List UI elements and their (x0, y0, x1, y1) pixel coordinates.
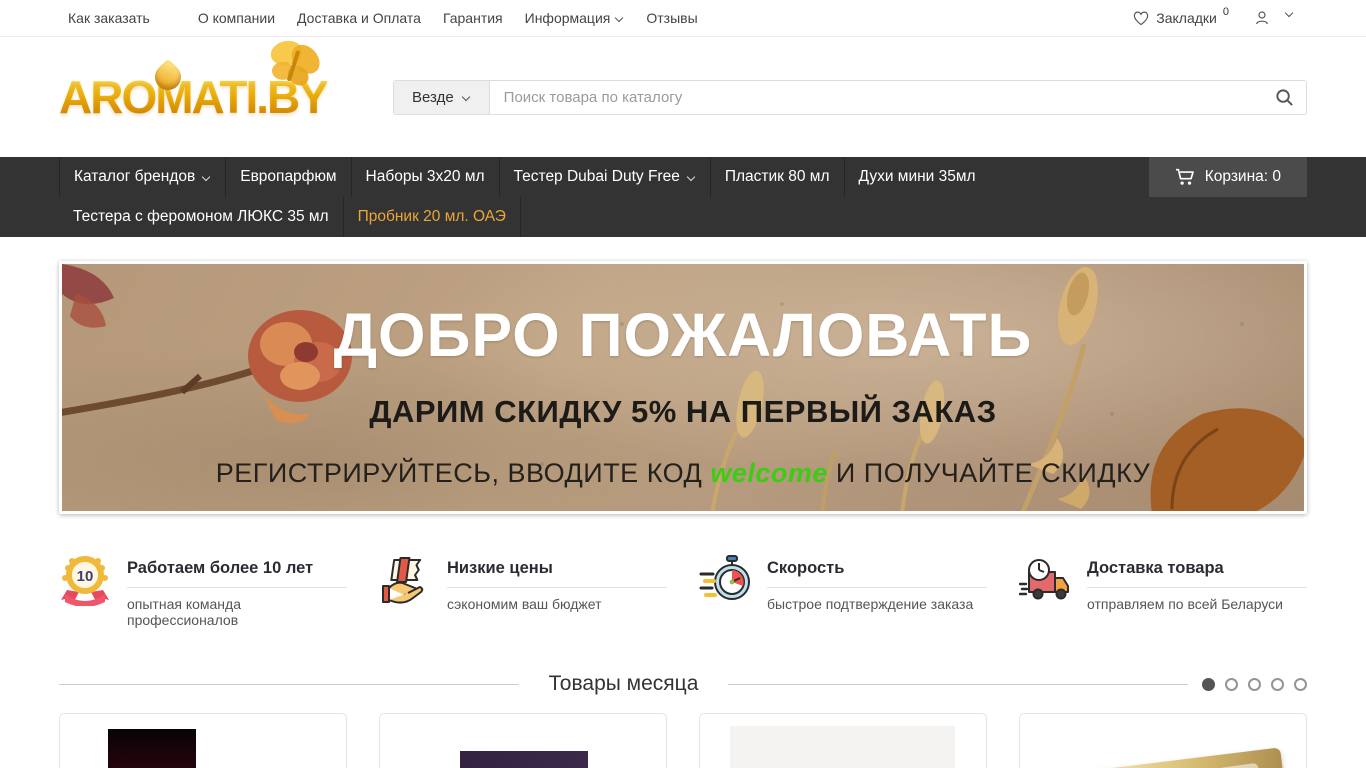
nav-item-plastic-80[interactable]: Пластик 80 мл (711, 157, 845, 197)
product-card[interactable] (59, 713, 347, 768)
butterfly-icon (270, 40, 320, 86)
search-button[interactable] (1262, 80, 1306, 114)
search-icon (1275, 88, 1293, 106)
product-cards-row: CARNER (59, 713, 1307, 768)
cart-button[interactable]: Корзина: 0 (1148, 157, 1307, 197)
pager-dot-1[interactable] (1202, 677, 1215, 691)
nav-item-probe-20-uae[interactable]: Пробник 20 мл. ОАЭ (344, 197, 521, 237)
feature-title: Работаем более 10 лет (127, 559, 347, 588)
divider (59, 683, 519, 685)
delivery-truck-icon (1019, 559, 1069, 600)
banner-promo-prefix: РЕГИСТРИРУЙТЕСЬ, ВВОДИТЕ КОД (215, 458, 711, 488)
cart-label: Корзина: 0 (1204, 168, 1281, 185)
main-navigation: Каталог брендов Европарфюм Наборы 3х20 м… (0, 157, 1366, 237)
highlight (1079, 762, 1259, 768)
chevron-down-icon (687, 172, 696, 181)
topbar-link-how-to-order[interactable]: Как заказать (68, 10, 150, 26)
topbar-link-delivery-payment[interactable]: Доставка и Оплата (297, 10, 421, 26)
feature-title: Низкие цены (447, 559, 667, 588)
bookmarks-button[interactable]: Закладки 0 (1132, 6, 1229, 26)
bookmarks-count: 0 (1222, 6, 1229, 18)
topbar-link-guarantee[interactable]: Гарантия (443, 10, 503, 26)
chevron-down-icon (202, 172, 211, 181)
products-month-header: Товары месяца (59, 672, 1307, 696)
stopwatch-icon (699, 555, 750, 600)
search-bar: Везде (393, 79, 1307, 115)
svg-text:10: 10 (77, 568, 94, 585)
product-image-light-area (730, 726, 955, 768)
search-scope-value: Везде (412, 88, 454, 106)
feature-low-prices: Низкие цены сэкономим ваш бюджет (379, 554, 667, 628)
nav-item-sets-3x20[interactable]: Наборы 3х20 мл (352, 157, 500, 197)
user-icon (1256, 11, 1268, 25)
heart-icon (1134, 11, 1149, 26)
pager-dot-4[interactable] (1271, 677, 1284, 691)
top-utility-bar: Как заказать О компании Доставка и Оплат… (0, 0, 1366, 37)
banner-promo-suffix: И ПОЛУЧАЙТЕ СКИДКУ (827, 458, 1151, 488)
nav-item-label: Каталог брендов (74, 168, 196, 185)
feature-subtitle: быстрое подтверждение заказа (767, 596, 974, 612)
pager-dot-5[interactable] (1294, 677, 1307, 691)
chevron-down-icon (462, 92, 471, 101)
feature-title: Доставка товара (1087, 559, 1307, 588)
feature-subtitle: опытная команда профессионалов (127, 596, 241, 628)
feature-experience: 10 Работаем более 10 лет опытная команда… (59, 554, 347, 628)
feature-title: Скорость (767, 559, 987, 588)
nav-item-label: Тестер Dubai Duty Free (513, 168, 680, 185)
chevron-down-icon (1285, 8, 1294, 17)
banner-subtitle: ДАРИМ СКИДКУ 5% НА ПЕРВЫЙ ЗАКАЗ (369, 394, 997, 429)
award-10-icon: 10 (61, 556, 109, 606)
feature-subtitle: отправляем по всей Беларуси (1087, 596, 1283, 612)
pager-dot-2[interactable] (1225, 677, 1238, 691)
banner-promo-code: welcome (710, 458, 828, 488)
carousel-pagination (1202, 677, 1307, 691)
feature-speed: Скорость быстрое подтверждение заказа (699, 554, 987, 628)
product-card[interactable] (379, 713, 667, 768)
bookmarks-label: Закладки (1156, 10, 1217, 26)
account-menu[interactable] (1253, 9, 1294, 27)
divider (728, 683, 1188, 685)
nav-item-pheromone-lux[interactable]: Тестера с феромоном ЛЮКС 35 мл (59, 197, 344, 237)
cart-icon (1175, 168, 1194, 185)
money-hand-icon (382, 557, 424, 604)
topbar-link-reviews[interactable]: Отзывы (646, 10, 697, 26)
nav-item-tester-dubai[interactable]: Тестер Dubai Duty Free (500, 157, 711, 197)
pager-dot-3[interactable] (1248, 677, 1261, 691)
nav-item-mini-35[interactable]: Духи мини 35мл (845, 157, 990, 197)
feature-subtitle: сэкономим ваш бюджет (447, 596, 602, 612)
product-image-gold-perfume (1037, 747, 1291, 768)
search-input[interactable] (489, 80, 1262, 114)
topbar-link-information-label: Информация (524, 10, 611, 26)
welcome-banner[interactable]: ДОБРО ПОЖАЛОВАТЬ ДАРИМ СКИДКУ 5% НА ПЕРВ… (59, 261, 1307, 514)
site-logo[interactable]: AROMATI.BY (59, 40, 359, 124)
nav-item-europarfum[interactable]: Европарфюм (226, 157, 352, 197)
nav-item-brand-catalog[interactable]: Каталог брендов (59, 157, 227, 197)
topbar-link-about[interactable]: О компании (198, 10, 275, 26)
site-header: AROMATI.BY Везде (0, 37, 1366, 157)
feature-delivery: Доставка товара отправляем по всей Белар… (1019, 554, 1307, 628)
product-image-purple-perfume-box (460, 751, 588, 768)
features-row: 10 Работаем более 10 лет опытная команда… (59, 554, 1307, 628)
search-scope-select[interactable]: Везде (394, 80, 490, 114)
section-title: Товары месяца (548, 672, 699, 695)
product-card[interactable] (1019, 713, 1307, 768)
banner-title: ДОБРО ПОЖАЛОВАТЬ (333, 301, 1033, 369)
product-card[interactable]: CARNER (699, 713, 987, 768)
topbar-link-information[interactable]: Информация (525, 10, 625, 26)
banner-promo-line: РЕГИСТРИРУЙТЕСЬ, ВВОДИТЕ КОД welcome И П… (62, 458, 1304, 489)
chevron-down-icon (615, 13, 624, 22)
product-image-red-perfume-box (108, 729, 196, 768)
